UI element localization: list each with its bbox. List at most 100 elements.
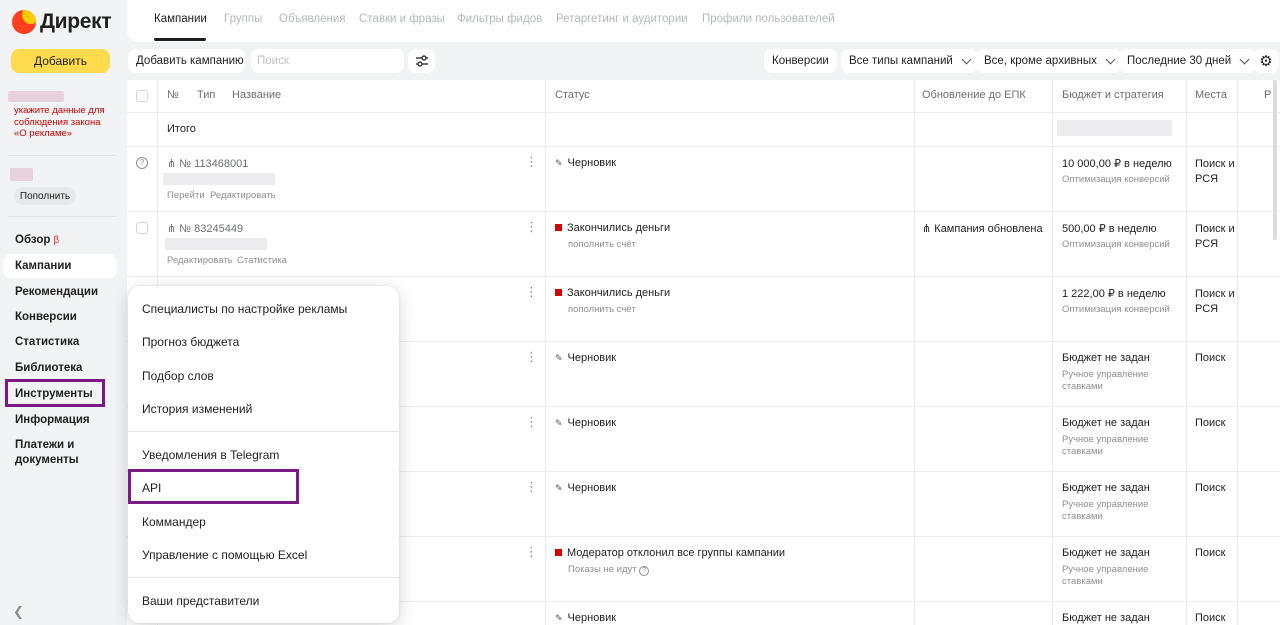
places: Поиск [1195, 547, 1226, 559]
tab-ads[interactable]: Объявления [279, 13, 346, 25]
status: Закончились деньги [555, 287, 670, 299]
tab-retargeting[interactable]: Ретаргетинг и аудитории [556, 13, 688, 25]
add-button[interactable]: Добавить [11, 49, 110, 73]
tools-menu: Специалисты по настройке рекламы Прогноз… [128, 286, 399, 623]
header-num[interactable]: № [167, 89, 179, 101]
sidebar-item-campaigns[interactable]: Кампании [15, 259, 72, 274]
active-tab-underline [154, 38, 206, 41]
menu-item-commander[interactable]: Коммандер [142, 515, 206, 529]
header-places[interactable]: Места [1195, 89, 1227, 101]
sidebar-item-payments[interactable]: Платежи и документы [15, 438, 95, 468]
more-options-icon[interactable]: ⋮ [525, 285, 538, 298]
strategy: Ручное управление ставками [1062, 499, 1149, 522]
more-options-icon[interactable]: ⋮ [525, 350, 538, 363]
places: Поиск и РСЯ [1195, 288, 1235, 315]
more-options-icon[interactable]: ⋮ [525, 480, 538, 493]
more-options-icon[interactable]: ⋮ [525, 155, 538, 168]
sidebar-item-conversions[interactable]: Конверсии [15, 310, 77, 325]
question-icon[interactable]: ? [639, 566, 650, 576]
tab-feed-filters[interactable]: Фильтры фидов [457, 13, 542, 25]
budget: 500,00 ₽ в неделю [1062, 223, 1157, 235]
campaign-id: ⋔ № 83245449 [167, 223, 244, 235]
archive-filter-select[interactable]: Все, кроме архивных [976, 49, 1122, 73]
strategy: Ручное управление ставками [1062, 564, 1149, 587]
campaign-name-redacted [163, 173, 275, 185]
pencil-icon: ✎ [555, 613, 563, 623]
logo[interactable]: Директ [12, 10, 112, 34]
header-budget[interactable]: Бюджет и стратегия [1062, 89, 1164, 101]
row-checkbox[interactable] [136, 222, 148, 234]
tab-bids[interactable]: Ставки и фразы [359, 13, 445, 25]
topup-account-link[interactable]: пополнить счёт [568, 239, 636, 250]
yandex-logo-icon [12, 10, 36, 34]
status: ✎ Черновик [555, 352, 617, 364]
menu-divider [128, 577, 399, 578]
strategy: Ручное управление ставками [1062, 369, 1149, 392]
strategy: Оптимизация конверсий [1062, 304, 1170, 315]
sidebar-item-overview[interactable]: Обзор β [15, 233, 59, 248]
chevron-down-icon [1105, 54, 1116, 64]
collapse-sidebar-icon[interactable]: ❮ [13, 604, 24, 620]
pencil-icon: ✎ [555, 158, 563, 168]
search-input[interactable] [251, 49, 404, 73]
campaign-type-icon: ⋔ [167, 223, 177, 235]
budget: Бюджет не задан [1062, 417, 1150, 429]
account-name-redacted [8, 91, 64, 102]
strategy: Оптимизация конверсий [1062, 239, 1170, 250]
column-divider [1237, 80, 1238, 625]
strategy: Ручное управление ставками [1062, 434, 1149, 457]
topup-account-link[interactable]: пополнить счёт [568, 304, 636, 315]
places: Поиск [1195, 612, 1226, 624]
header-extra[interactable]: Р [1264, 89, 1271, 101]
row-divider [127, 146, 1280, 147]
menu-item-excel[interactable]: Управление с помощью Excel [142, 548, 307, 562]
places: Поиск [1195, 482, 1226, 494]
sidebar-item-library[interactable]: Библиотека [15, 361, 82, 376]
period-select[interactable]: Последние 30 дней [1119, 49, 1257, 73]
law-notice-link[interactable]: укажите данные для соблюдения закона «О … [14, 105, 114, 140]
menu-item-telegram[interactable]: Уведомления в Telegram [142, 448, 279, 462]
tab-user-profiles[interactable]: Профили пользователей [702, 13, 835, 25]
budget: 10 000,00 ₽ в неделю [1062, 158, 1172, 170]
add-campaign-button[interactable]: Добавить кампанию [128, 49, 245, 73]
stopped-status-icon [555, 549, 562, 556]
status: Закончились деньги [555, 222, 670, 234]
more-options-icon[interactable]: ⋮ [525, 220, 538, 233]
sidebar-item-statistics[interactable]: Статистика [15, 335, 79, 350]
filter-settings-button[interactable] [408, 49, 435, 73]
select-all-checkbox[interactable] [136, 90, 148, 102]
link-goto[interactable]: Перейти [167, 190, 205, 201]
pencil-icon: ✎ [555, 418, 563, 428]
tab-groups[interactable]: Группы [224, 13, 262, 25]
menu-item-change-history[interactable]: История изменений [142, 402, 252, 416]
menu-item-representatives[interactable]: Ваши представители [142, 594, 259, 608]
header-status[interactable]: Статус [555, 89, 590, 101]
chevron-down-icon [961, 54, 972, 64]
menu-item-keyword-planner[interactable]: Подбор слов [142, 369, 214, 383]
tab-campaigns[interactable]: Кампании [154, 13, 207, 25]
header-type[interactable]: Тип [197, 89, 215, 101]
vertical-scrollbar[interactable] [1273, 80, 1277, 240]
conversions-button[interactable]: Конверсии [764, 49, 837, 73]
header-name[interactable]: Название [232, 89, 281, 101]
places: Поиск [1195, 352, 1226, 364]
topup-button[interactable]: Пополнить [14, 187, 76, 205]
menu-item-budget-forecast[interactable]: Прогноз бюджета [142, 335, 239, 349]
link-edit[interactable]: Редактировать [167, 255, 233, 266]
more-options-icon[interactable]: ⋮ [525, 415, 538, 428]
header-epk[interactable]: Обновление до ЕПК [922, 89, 1026, 101]
campaign-type-icon: ⋔ [167, 158, 177, 170]
link-statistics[interactable]: Статистика [237, 255, 287, 266]
more-options-icon[interactable]: ⋮ [525, 545, 538, 558]
stopped-status-icon [555, 289, 562, 296]
table-settings-button[interactable]: ⚙ [1253, 49, 1279, 73]
column-divider [914, 80, 915, 625]
question-icon[interactable]: ? [136, 157, 148, 169]
menu-item-specialists[interactable]: Специалисты по настройке рекламы [142, 302, 347, 316]
sidebar-item-info[interactable]: Информация [15, 413, 90, 428]
sidebar-item-recommendations[interactable]: Рекомендации [15, 285, 98, 300]
strategy: Оптимизация конверсий [1062, 174, 1170, 185]
link-edit[interactable]: Редактировать [210, 190, 276, 201]
campaign-types-select[interactable]: Все типы кампаний [841, 49, 978, 73]
tools-highlight-frame [5, 379, 105, 407]
